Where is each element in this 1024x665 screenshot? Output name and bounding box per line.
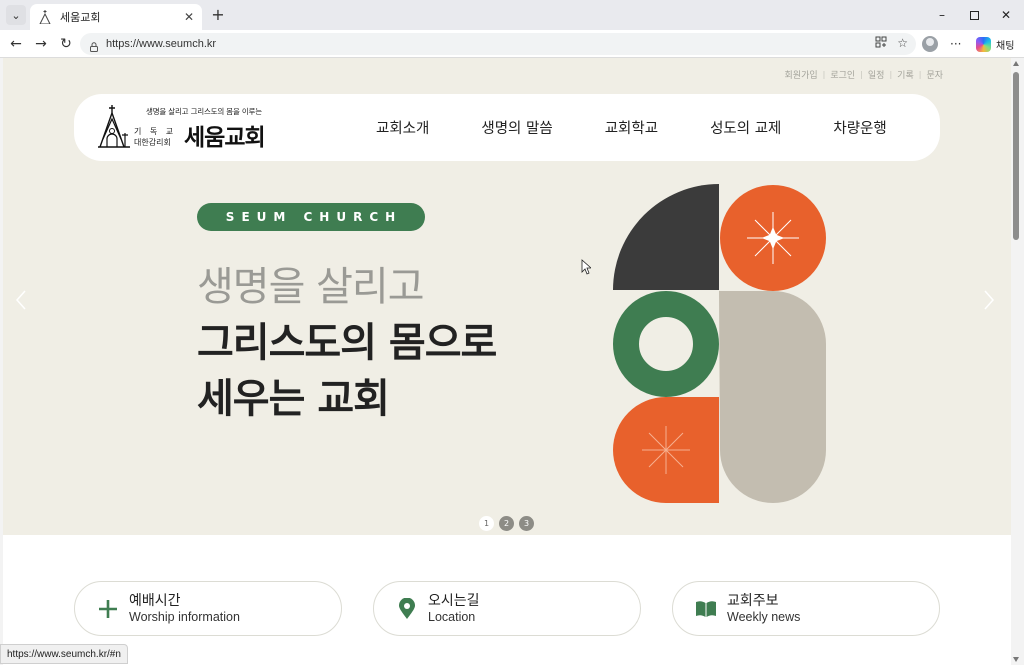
slider-next-arrow-icon[interactable] — [983, 290, 995, 310]
scroll-up-arrow-icon[interactable] — [1013, 61, 1019, 66]
tab-close-icon[interactable]: ✕ — [184, 10, 194, 24]
plus-icon — [97, 598, 119, 620]
quick-link-bulletin[interactable]: 교회주보 Weekly news — [672, 581, 940, 636]
menu-item-about[interactable]: 교회소개 — [376, 117, 429, 138]
quick-link-worship[interactable]: 예배시간 Worship information — [74, 581, 342, 636]
url-field[interactable]: https://www.seumch.kr ☆ — [80, 33, 916, 55]
quick-link-subtitle: Worship information — [129, 609, 240, 624]
scroll-down-arrow-icon[interactable] — [1013, 657, 1019, 662]
hero-geometric-artwork — [613, 184, 826, 503]
menu-item-word[interactable]: 생명의 말씀 — [481, 117, 552, 138]
hero-section: 회원가입 | 로그인 | 일정 | 기록 | 문자 생명을 살리고 그리스도의 … — [3, 58, 1011, 535]
separator: | — [889, 70, 893, 79]
tab-title: 세움교회 — [60, 11, 101, 24]
separator: | — [918, 70, 922, 79]
url-text: https://www.seumch.kr — [106, 38, 217, 50]
page-scrollbar[interactable] — [1011, 58, 1021, 665]
quick-link-subtitle: Weekly news — [727, 609, 801, 624]
slider-dot-1[interactable]: 1 — [479, 516, 494, 531]
more-menu-button[interactable]: ··· — [950, 34, 961, 54]
hero-pill-badge: SEUM CHURCH — [197, 203, 425, 231]
main-menu: 교회소개 생명의 말씀 교회학교 성도의 교제 차량운행 — [364, 94, 887, 161]
dark-quarter-shape — [613, 184, 719, 290]
forward-arrow-icon: → — [35, 36, 47, 52]
tab-list-button[interactable]: ⌄ — [6, 5, 26, 25]
quick-link-title: 오시는길 — [428, 592, 480, 609]
lock-icon — [88, 38, 100, 52]
maximize-icon — [969, 10, 979, 20]
forward-button[interactable]: → — [31, 34, 51, 54]
back-button[interactable]: ← — [6, 34, 26, 54]
refresh-icon: ↻ — [60, 36, 72, 52]
logo-denomination: 기 독 교 — [134, 127, 177, 136]
book-icon — [695, 598, 717, 620]
minimize-button[interactable]: – — [926, 0, 958, 30]
chevron-down-icon: ⌄ — [11, 8, 21, 22]
browser-tab-bar: ⌄ 세움교회 ✕ + — — [0, 0, 1024, 30]
quick-link-subtitle: Location — [428, 609, 476, 624]
slider-dot-2[interactable]: 2 — [499, 516, 514, 531]
login-link[interactable]: 로그인 — [830, 68, 855, 81]
slider-pagination: 1 2 3 — [479, 516, 534, 531]
menu-item-shuttle[interactable]: 차량운행 — [833, 117, 886, 138]
back-arrow-icon: ← — [10, 36, 22, 52]
copilot-icon — [976, 36, 991, 52]
more-dots-icon: ··· — [950, 37, 962, 51]
green-ring-shape — [613, 291, 719, 397]
utility-links: 회원가입 | 로그인 | 일정 | 기록 | 문자 — [785, 68, 943, 81]
web-page: 회원가입 | 로그인 | 일정 | 기록 | 문자 생명을 살리고 그리스도의 … — [3, 58, 1021, 665]
beige-pill-shape — [719, 291, 826, 503]
slider-dot-3[interactable]: 3 — [519, 516, 534, 531]
new-tab-button[interactable]: + — [208, 5, 228, 25]
record-link[interactable]: 기록 — [897, 68, 914, 81]
refresh-button[interactable]: ↻ — [56, 34, 76, 54]
address-bar: ← → ↻ https://www.seumch.kr ☆ ··· 채팅 — [0, 30, 1024, 58]
close-window-button[interactable]: ✕ — [990, 0, 1022, 30]
quick-link-title: 교회주보 — [727, 592, 779, 609]
hero-line-1: 생명을 살리고 — [197, 264, 425, 310]
avatar — [922, 36, 938, 52]
mouse-cursor-icon — [581, 259, 591, 275]
message-link[interactable]: 문자 — [926, 68, 943, 81]
profile-button[interactable] — [922, 34, 938, 54]
status-bar-link-preview: https://www.seumch.kr/#n — [0, 644, 128, 664]
hero-line-2: 그리스도의 몸으로 — [197, 320, 497, 366]
favorite-star-icon[interactable]: ☆ — [897, 36, 908, 51]
menu-item-school[interactable]: 교회학교 — [605, 117, 658, 138]
hero-line-3: 세우는 교회 — [197, 376, 390, 422]
church-logo[interactable]: 생명을 살리고 그리스도의 몸을 이루는 기 독 교 대한감리회 세움교회 — [98, 103, 298, 153]
church-favicon-icon — [38, 10, 52, 24]
separator: | — [860, 70, 863, 79]
slider-prev-arrow-icon[interactable] — [15, 290, 27, 310]
menu-item-fellowship[interactable]: 성도의 교제 — [710, 117, 781, 138]
main-navbar: 생명을 살리고 그리스도의 몸을 이루는 기 독 교 대한감리회 세움교회 교회… — [74, 94, 940, 161]
separator: | — [822, 70, 826, 79]
window-controls: – ✕ — [926, 0, 1024, 30]
app-available-icon[interactable] — [875, 36, 887, 51]
logo-church-name: 세움교회 — [184, 125, 266, 151]
location-pin-icon — [396, 597, 418, 620]
logo-tagline: 생명을 살리고 그리스도의 몸을 이루는 — [146, 107, 262, 116]
church-building-icon — [98, 105, 130, 148]
quick-link-title: 예배시간 — [129, 592, 181, 609]
scrollbar-thumb[interactable] — [1013, 72, 1019, 240]
browser-tab[interactable]: 세움교회 ✕ — [30, 4, 202, 30]
logo-denomination-2: 대한감리회 — [134, 138, 171, 147]
schedule-link[interactable]: 일정 — [868, 68, 885, 81]
small-sparkle-icon — [642, 426, 690, 474]
chat-label: 채팅 — [996, 40, 1015, 52]
signup-link[interactable]: 회원가입 — [785, 68, 818, 81]
copilot-chat-button[interactable]: 채팅 — [976, 34, 1014, 54]
quick-link-location[interactable]: 오시는길 Location — [373, 581, 641, 636]
maximize-button[interactable] — [958, 0, 990, 30]
